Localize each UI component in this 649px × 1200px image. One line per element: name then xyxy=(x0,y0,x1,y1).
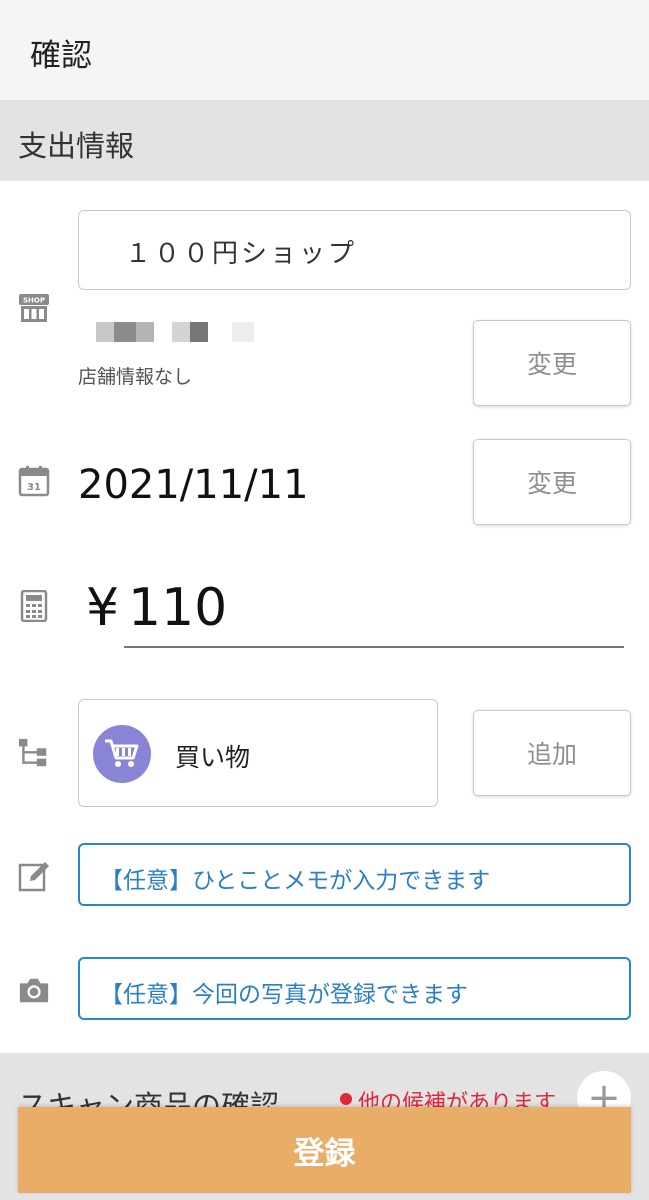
currency-symbol: ¥ xyxy=(86,578,120,638)
shop-info-status: 店舗情報なし xyxy=(78,366,193,388)
change-shop-button[interactable]: 変更 xyxy=(473,320,631,406)
photo-placeholder: 【任意】今回の写真が登録できます xyxy=(100,982,468,1008)
expense-section-title: 支出情報 xyxy=(18,129,135,163)
svg-text:31: 31 xyxy=(27,482,41,493)
shop-icon: SHOP xyxy=(18,292,50,324)
memo-input[interactable]: 【任意】ひとことメモが入力できます xyxy=(78,843,631,906)
pixelated-shop-info xyxy=(96,322,114,342)
change-date-button[interactable]: 変更 xyxy=(473,439,631,525)
date-value: 2021/11/11 xyxy=(78,462,309,508)
calendar-icon: 31 xyxy=(18,465,50,497)
shop-name-field[interactable]: １００円ショップ xyxy=(78,210,631,290)
app-header: 確認 xyxy=(0,0,649,101)
calculator-icon xyxy=(18,590,50,622)
register-button[interactable]: 登録 xyxy=(18,1107,631,1193)
page-title: 確認 xyxy=(30,38,92,74)
expense-section-header: 支出情報 xyxy=(0,101,649,181)
svg-text:SHOP: SHOP xyxy=(23,297,45,305)
category-label: 買い物 xyxy=(175,743,251,772)
category-tree-icon xyxy=(18,737,50,769)
amount-underline xyxy=(124,646,624,648)
photo-input[interactable]: 【任意】今回の写真が登録できます xyxy=(78,957,631,1020)
alert-dot-icon xyxy=(340,1093,352,1105)
edit-memo-icon xyxy=(18,860,50,892)
camera-icon xyxy=(18,974,50,1006)
shop-name-text: １００円ショップ xyxy=(125,239,358,269)
shopping-cart-icon xyxy=(93,725,151,783)
add-category-button[interactable]: 追加 xyxy=(473,710,631,796)
category-selector[interactable]: 買い物 xyxy=(78,699,438,807)
memo-placeholder: 【任意】ひとことメモが入力できます xyxy=(100,868,491,894)
amount-input[interactable]: 110 xyxy=(128,578,227,638)
